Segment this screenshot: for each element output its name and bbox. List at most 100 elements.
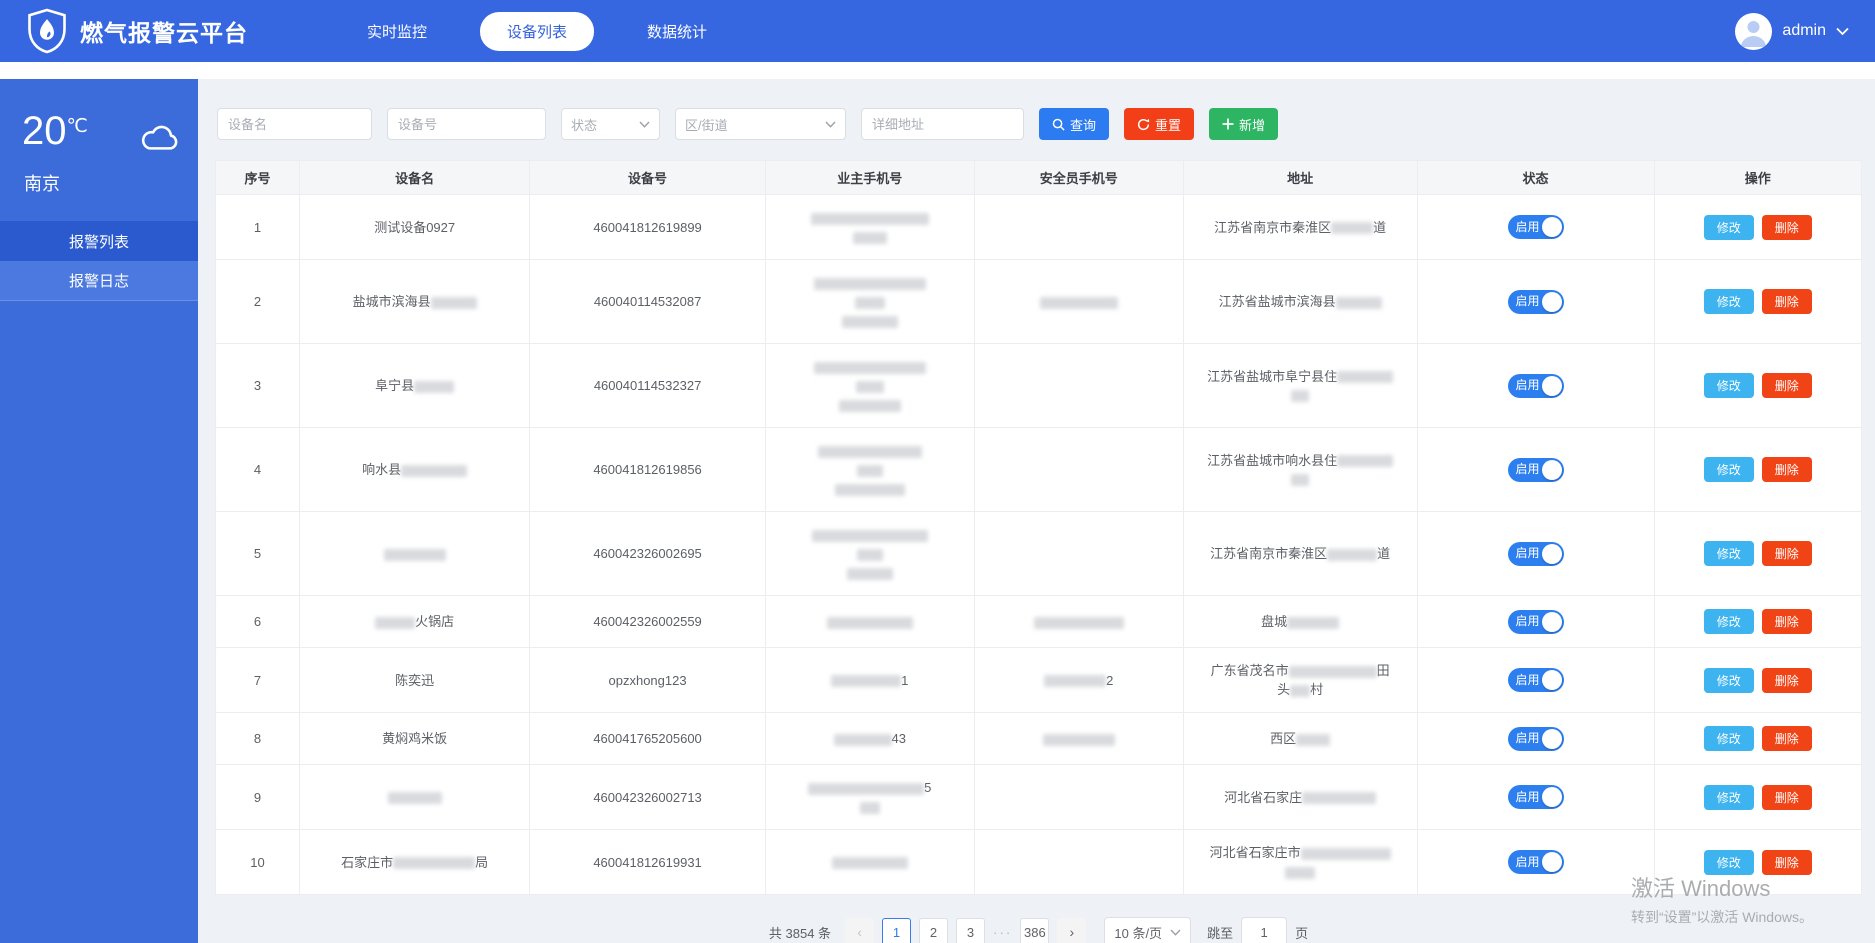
toggle-on-label: 启用 (1516, 853, 1540, 872)
cell-safety-phone (974, 428, 1183, 512)
cell-owner-phone: 1 (765, 648, 974, 713)
delete-button[interactable]: 删除 (1762, 373, 1812, 398)
delete-button[interactable]: 删除 (1762, 668, 1812, 693)
status-toggle[interactable]: 启用 (1508, 785, 1564, 809)
cell-device-no: 460042326002559 (530, 596, 765, 648)
status-toggle[interactable]: 启用 (1508, 610, 1564, 634)
page-button[interactable]: 386 (1020, 918, 1049, 943)
cell-status: 启用 (1417, 713, 1654, 765)
edit-button[interactable]: 修改 (1704, 541, 1754, 566)
table-row: 7陈奕迅opzxhong12312广东省茂名市田头村启用修改删除 (216, 648, 1862, 713)
brand-shield-flame-icon (26, 8, 68, 54)
cell-safety-phone: 2 (974, 648, 1183, 713)
page-button[interactable]: 2 (919, 918, 948, 943)
edit-button[interactable]: 修改 (1704, 609, 1754, 634)
district-select[interactable]: 区/街道 (675, 108, 846, 140)
device-no-input[interactable] (387, 108, 546, 140)
next-page-button[interactable]: › (1057, 918, 1086, 943)
watermark-line1: 激活 Windows (1631, 871, 1813, 903)
refresh-icon (1137, 118, 1150, 131)
status-toggle[interactable]: 启用 (1508, 727, 1564, 751)
edit-button[interactable]: 修改 (1704, 215, 1754, 240)
cell-device-name: 响水县 (299, 428, 529, 512)
edit-button[interactable]: 修改 (1704, 373, 1754, 398)
user-menu[interactable]: admin (1735, 13, 1849, 50)
sidebar-item-alarm-log[interactable]: 报警日志 (0, 261, 198, 301)
edit-button[interactable]: 修改 (1704, 668, 1754, 693)
sidebar-menu: 报警列表 报警日志 (0, 221, 198, 301)
search-button[interactable]: 查询 (1039, 108, 1109, 140)
cell-index: 8 (216, 713, 300, 765)
page-size-select[interactable]: 10 条/页 (1104, 917, 1191, 943)
redacted-text (857, 549, 883, 561)
status-toggle[interactable]: 启用 (1508, 668, 1564, 692)
cell-device-name: 测试设备0927 (299, 195, 529, 260)
edit-button[interactable]: 修改 (1704, 785, 1754, 810)
redacted-text (1337, 455, 1393, 467)
delete-button[interactable]: 删除 (1762, 609, 1812, 634)
cell-device-no: 460041765205600 (530, 713, 765, 765)
toggle-on-label: 启用 (1516, 218, 1540, 237)
device-name-input[interactable] (217, 108, 372, 140)
tab-realtime-monitor[interactable]: 实时监控 (340, 12, 454, 51)
table-header-row: 序号 设备名 设备号 业主手机号 安全员手机号 地址 状态 操作 (216, 161, 1862, 195)
cell-actions: 修改删除 (1654, 344, 1861, 428)
cell-actions: 修改删除 (1654, 512, 1861, 596)
jump-page-input[interactable] (1241, 917, 1287, 943)
status-toggle[interactable]: 启用 (1508, 215, 1564, 239)
delete-button[interactable]: 删除 (1762, 726, 1812, 751)
toggle-knob (1542, 544, 1562, 564)
status-select[interactable]: 状态 (561, 108, 660, 140)
pagination-ellipsis[interactable]: ··· (993, 925, 1012, 940)
delete-button[interactable]: 删除 (1762, 289, 1812, 314)
delete-button[interactable]: 删除 (1762, 785, 1812, 810)
cell-safety-phone (974, 260, 1183, 344)
status-toggle[interactable]: 启用 (1508, 542, 1564, 566)
cell-owner-phone (765, 195, 974, 260)
redacted-text (1301, 848, 1391, 860)
table-row: 5460042326002695江苏省南京市秦淮区道启用修改删除 (216, 512, 1862, 596)
main-nav: 实时监控 设备列表 数据统计 (340, 12, 734, 51)
tab-data-statistics[interactable]: 数据统计 (620, 12, 734, 51)
page-button[interactable]: 1 (882, 918, 911, 943)
cell-address: 西区 (1183, 713, 1417, 765)
cell-address: 河北省石家庄 (1183, 765, 1417, 830)
cell-safety-phone (974, 512, 1183, 596)
edit-button[interactable]: 修改 (1704, 289, 1754, 314)
cell-index: 5 (216, 512, 300, 596)
cell-actions: 修改删除 (1654, 765, 1861, 830)
cell-actions: 修改删除 (1654, 713, 1861, 765)
delete-button[interactable]: 删除 (1762, 457, 1812, 482)
weather-widget: 20℃ 南京 (0, 79, 198, 221)
sidebar-item-alarm-list[interactable]: 报警列表 (0, 221, 198, 261)
page-buttons: 123 ··· 386 (882, 918, 1049, 943)
cell-status: 启用 (1417, 830, 1654, 895)
redacted-text (414, 381, 454, 393)
add-button[interactable]: 新增 (1209, 108, 1278, 140)
cell-safety-phone (974, 596, 1183, 648)
redacted-text (1290, 685, 1310, 697)
status-toggle[interactable]: 启用 (1508, 290, 1564, 314)
edit-button[interactable]: 修改 (1704, 726, 1754, 751)
delete-button[interactable]: 删除 (1762, 541, 1812, 566)
redacted-text (1291, 474, 1309, 486)
status-select-placeholder: 状态 (571, 115, 597, 134)
page-button[interactable]: 3 (956, 918, 985, 943)
status-toggle[interactable]: 启用 (1508, 374, 1564, 398)
cell-device-name (299, 765, 529, 830)
status-toggle[interactable]: 启用 (1508, 458, 1564, 482)
address-input[interactable] (861, 108, 1024, 140)
cell-index: 1 (216, 195, 300, 260)
prev-page-button[interactable]: ‹ (845, 918, 874, 943)
tab-device-list[interactable]: 设备列表 (480, 12, 594, 51)
delete-button[interactable]: 删除 (1762, 215, 1812, 240)
redacted-text (1034, 617, 1124, 629)
status-toggle[interactable]: 启用 (1508, 850, 1564, 874)
reset-button[interactable]: 重置 (1124, 108, 1194, 140)
cell-device-name: 火锅店 (299, 596, 529, 648)
redacted-text (818, 446, 922, 458)
edit-button[interactable]: 修改 (1704, 457, 1754, 482)
toggle-on-label: 启用 (1516, 292, 1540, 311)
redacted-text (832, 857, 908, 869)
redacted-text (1285, 867, 1315, 879)
